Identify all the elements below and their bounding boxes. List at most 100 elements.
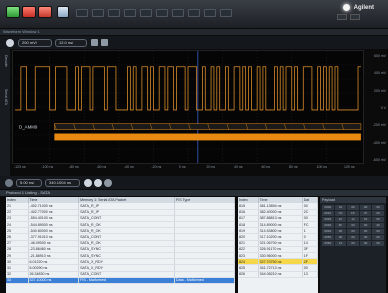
payload-cell: 00 — [372, 235, 384, 240]
zoom-icon[interactable] — [101, 39, 108, 46]
table-cell: 337.10000 ns — [28, 277, 80, 284]
voltage-tick-label: 400 mV — [373, 71, 386, 76]
payload-cell: 00 — [334, 229, 347, 234]
tool-button[interactable] — [220, 9, 232, 17]
tool-button[interactable] — [188, 9, 200, 17]
horizontal-controls-bar: 5.00 ns/ 340.1004 ns — [0, 176, 388, 189]
status-indicator — [350, 14, 360, 20]
zoom-out-icon[interactable] — [94, 179, 102, 187]
time-tick-label: -20 ns — [151, 165, 162, 169]
payload-cell: 00 — [359, 205, 372, 210]
brand-logo: Agilent — [342, 4, 374, 11]
payload-cell: 00 — [359, 235, 372, 240]
payload-cell: 0060 — [322, 241, 334, 246]
tool-button[interactable] — [172, 9, 184, 17]
table-cell: 13 — [302, 271, 318, 278]
payload-cell: 0010 — [322, 211, 334, 216]
timebase-field[interactable]: 12.0 ns/ — [55, 39, 87, 47]
payload-cell: 7F — [359, 211, 372, 216]
settings-icon[interactable] — [91, 39, 98, 46]
decode-label: D_AMM9 — [19, 125, 38, 130]
voltage-tick-label: -600 mV — [372, 158, 386, 162]
waveform-settings-bar: 200 mV/ 12.0 ns/ — [0, 36, 388, 49]
status-indicator — [337, 14, 347, 20]
payload-cell: 0000 — [322, 205, 334, 210]
run-button[interactable] — [6, 6, 20, 18]
single-button[interactable] — [38, 6, 52, 18]
payload-cell: 00 — [347, 241, 359, 246]
payload-cell: 00 — [359, 223, 372, 228]
side-label: Decode — [4, 55, 8, 68]
protocol-listing: Index Time Memory 1: Serial ATA Packet FIS … — [6, 197, 235, 293]
listing-window-title: Protocol 1 Listing - SATA — [0, 190, 388, 196]
toolbar-tools — [76, 8, 306, 18]
payload-cell: 00 — [372, 241, 384, 246]
time-tick-label: -123 ns — [14, 165, 26, 169]
table-cell: 33 — [6, 277, 29, 284]
table-cell: Data - Malformed — [174, 277, 235, 284]
time-tick-label: 120 ns — [344, 165, 355, 169]
table-row[interactable]: 33 337.10000 ns FIS - Malformed Data - Malf… — [6, 277, 235, 284]
vertical-scale-field[interactable]: 200 mV/ — [18, 39, 52, 47]
waveform-display[interactable]: D_AMM9 — [12, 50, 364, 164]
time-tick-label: 60 ns — [261, 165, 271, 169]
center-icon[interactable] — [104, 179, 112, 187]
payload-cell: 00 — [372, 217, 384, 222]
voltage-scale: 600 mV 400 mV 200 mV 0 V -200 mV -400 mV -600 … — [365, 50, 388, 164]
time-tick-label: -100 ns — [41, 165, 54, 169]
payload-cell: 0020 — [322, 217, 334, 222]
table-cell: 826 — [238, 271, 259, 278]
time-tick-label: 20 ns — [206, 165, 216, 169]
payload-cell: 00 — [334, 235, 347, 240]
tool-button[interactable] — [204, 9, 216, 17]
payload-cell: 34 — [334, 205, 347, 210]
payload-cell: 0030 — [322, 223, 334, 228]
status-indicators — [337, 14, 360, 20]
display-button[interactable] — [57, 6, 69, 18]
payload-cell: 00 — [359, 241, 372, 246]
voltage-tick-label: -400 mV — [372, 140, 386, 145]
time-tick-label: -40 ns — [124, 165, 134, 169]
payload-cell: 00 — [347, 235, 359, 240]
payload-cell: FF — [347, 211, 359, 216]
time-tick-label: 40 ns — [234, 165, 243, 169]
tool-button[interactable] — [140, 9, 152, 17]
table-cell: 344.08210 ns — [258, 271, 303, 278]
agilent-spark-icon — [342, 4, 350, 11]
payload-cell: 0040 — [322, 229, 334, 234]
tool-button[interactable] — [92, 9, 104, 17]
horizontal-icon[interactable] — [5, 179, 13, 187]
tool-button[interactable] — [156, 9, 168, 17]
horizontal-scale-field[interactable]: 5.00 ns/ — [16, 179, 42, 187]
payload-cell: 12 — [347, 217, 359, 222]
decode-bus-row — [54, 123, 362, 130]
voltage-tick-label: 200 mV — [373, 88, 386, 93]
time-tick-label: -60 ns — [96, 165, 107, 169]
time-tick-label: 80 ns — [289, 165, 298, 169]
tool-button[interactable] — [76, 9, 88, 17]
zoom-in-icon[interactable] — [84, 179, 92, 187]
side-label: Serial ATA — [4, 89, 8, 106]
channel-icon[interactable] — [6, 39, 14, 47]
tool-button[interactable] — [108, 9, 120, 17]
payload-cell: 2F — [372, 223, 384, 228]
payload-cell: 00 — [372, 205, 384, 210]
payload-panel: Payload 0000 34 00 00 00 0010 C0 FF 7F 00 0020 1C 12… — [320, 197, 386, 293]
payload-cell: 00 — [347, 205, 359, 210]
table-row[interactable]: 826 344.08210 ns 13 — [238, 271, 318, 278]
horizontal-position-field[interactable]: 340.1004 ns — [45, 179, 80, 187]
payload-cell: 0050 — [322, 235, 334, 240]
waveform-window-title: Waveform Window 1 — [0, 29, 388, 35]
payload-cell: 01 — [359, 217, 372, 222]
tool-button[interactable] — [124, 9, 136, 17]
brand-name: Agilent — [353, 4, 374, 11]
table-cell: FIS - Malformed — [78, 277, 176, 284]
stop-button[interactable] — [22, 6, 36, 18]
payload-cell: 00 — [372, 229, 384, 234]
voltage-tick-label: 0 V — [380, 106, 386, 110]
payload-cell: C0 — [334, 211, 347, 216]
payload-cell: 3F — [334, 223, 347, 228]
time-tick-label: 0 ns — [179, 165, 186, 169]
payload-cell: 00 — [359, 229, 372, 234]
payload-cell: 00 — [347, 223, 359, 228]
